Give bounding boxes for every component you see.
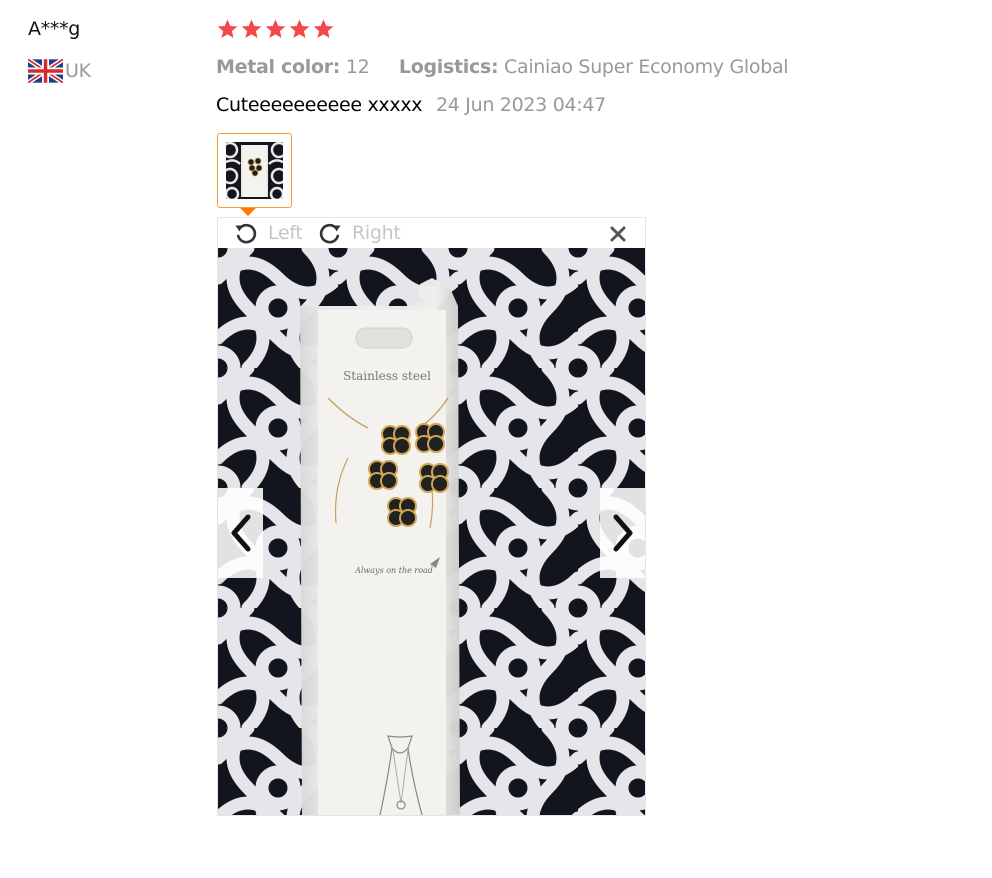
review-photo: Stainless steel Always on the road — [218, 248, 645, 815]
image-viewer: Left Right Stainless steel Always on the… — [217, 217, 646, 816]
star-icon — [265, 19, 286, 39]
thumbnail-image — [226, 142, 283, 199]
close-icon — [610, 226, 626, 242]
rotate-left-button[interactable]: Left — [232, 220, 303, 246]
review-text: Cuteeeeeeeeee xxxxx — [216, 94, 423, 116]
thumbnail-selected-pointer — [240, 208, 256, 216]
logistics-value: Cainiao Super Economy Global — [504, 56, 789, 78]
metal-color-value: 12 — [345, 56, 370, 78]
review-date: 24 Jun 2023 04:47 — [435, 94, 606, 116]
reviewer-name: A***g — [28, 18, 81, 40]
photo-card-title: Stainless steel — [343, 369, 431, 383]
chevron-left-icon — [231, 514, 250, 552]
logistics-label: Logistics: — [398, 56, 499, 78]
country-code: UK — [65, 60, 91, 82]
previous-photo-button[interactable] — [218, 488, 263, 578]
photo-card-tagline: Always on the road — [354, 566, 433, 575]
uk-flag-icon — [28, 59, 63, 83]
viewer-toolbar: Left Right — [218, 218, 645, 248]
star-icon — [289, 19, 310, 39]
rotate-right-button[interactable]: Right — [316, 220, 401, 246]
next-photo-button[interactable] — [600, 488, 645, 578]
rotate-right-icon — [319, 223, 341, 244]
star-icon — [241, 19, 262, 39]
chevron-right-icon — [613, 514, 632, 552]
rotate-left-icon — [235, 223, 257, 244]
rotate-left-label: Left — [268, 222, 303, 244]
review-line: Cuteeeeeeeeee xxxxx 24 Jun 2023 04:47 — [216, 94, 606, 116]
star-icon — [217, 19, 238, 39]
sku-info: Metal color: 12 Logistics: Cainiao Super… — [216, 56, 789, 78]
rotate-right-label: Right — [352, 222, 401, 244]
star-icon — [313, 19, 334, 39]
metal-color-label: Metal color: — [216, 56, 341, 78]
review-photo-image: Stainless steel Always on the road — [218, 248, 645, 815]
review-photo-thumbnail[interactable] — [217, 133, 292, 208]
star-rating — [216, 18, 335, 41]
reviewer-country: UK — [28, 58, 91, 84]
close-viewer-button[interactable] — [607, 223, 629, 245]
